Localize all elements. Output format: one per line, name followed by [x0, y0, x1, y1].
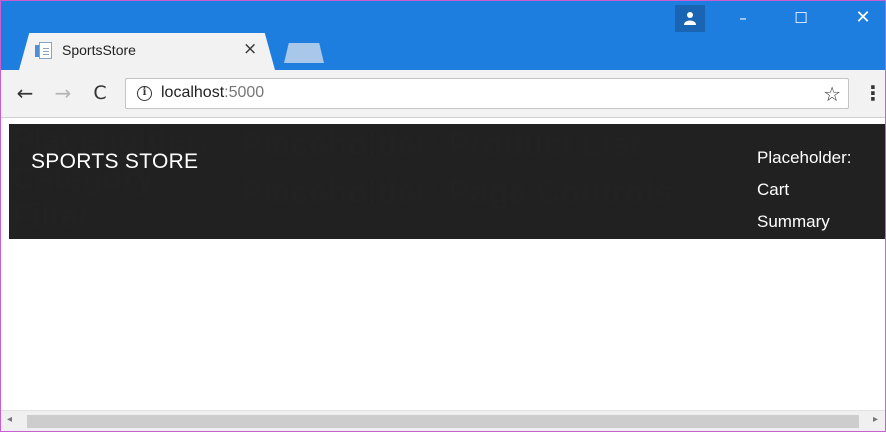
- scrollbar-thumb[interactable]: [27, 415, 859, 428]
- category-filter-line: Placeholder:: [11, 121, 210, 158]
- url-text[interactable]: localhost:5000: [161, 84, 264, 102]
- tab-close-icon[interactable]: ×: [243, 39, 257, 59]
- address-bar[interactable]: i localhost:5000 ☆: [125, 78, 849, 109]
- browser-toolbar: ← → C i localhost:5000 ☆ ⋮: [1, 70, 885, 118]
- page-controls-placeholder: Placeholder: Page Controls: [241, 173, 672, 210]
- main-content: Placeholder: Product List Placeholder: P…: [241, 121, 881, 215]
- maximize-button[interactable]: ☐: [779, 3, 823, 33]
- title-bar: SportsStore × – ☐ ✕: [1, 1, 885, 70]
- product-list-placeholder: Placeholder: Product List: [241, 125, 641, 162]
- scroll-left-icon[interactable]: ◂: [7, 414, 12, 425]
- horizontal-scrollbar[interactable]: ◂ ▸: [1, 410, 885, 431]
- close-window-button[interactable]: ✕: [841, 3, 885, 33]
- url-port: :5000: [224, 84, 265, 101]
- page-favicon-icon: [35, 42, 52, 59]
- category-filter-placeholder: Placeholder: Category Filter: [11, 121, 236, 235]
- minimize-button[interactable]: –: [721, 3, 765, 33]
- scroll-right-icon[interactable]: ▸: [873, 414, 878, 425]
- url-host: localhost: [161, 84, 225, 101]
- profile-button[interactable]: [675, 5, 705, 32]
- forward-button[interactable]: →: [51, 80, 75, 106]
- category-filter-line: Filter: [11, 197, 92, 234]
- back-button[interactable]: ←: [13, 80, 37, 106]
- user-icon: [684, 12, 696, 25]
- bookmark-star-icon[interactable]: ☆: [823, 81, 841, 107]
- tab-sportsstore[interactable]: SportsStore ×: [19, 33, 275, 70]
- site-info-icon[interactable]: i: [137, 86, 152, 101]
- reload-button[interactable]: C: [88, 80, 112, 106]
- browser-menu-icon[interactable]: ⋮: [863, 82, 883, 106]
- browser-window: SportsStore × – ☐ ✕ ← → C i localhost:50…: [0, 0, 886, 432]
- tab-title: SportsStore: [62, 42, 136, 58]
- new-tab-button[interactable]: [284, 43, 324, 63]
- category-filter-line: Category: [11, 159, 155, 196]
